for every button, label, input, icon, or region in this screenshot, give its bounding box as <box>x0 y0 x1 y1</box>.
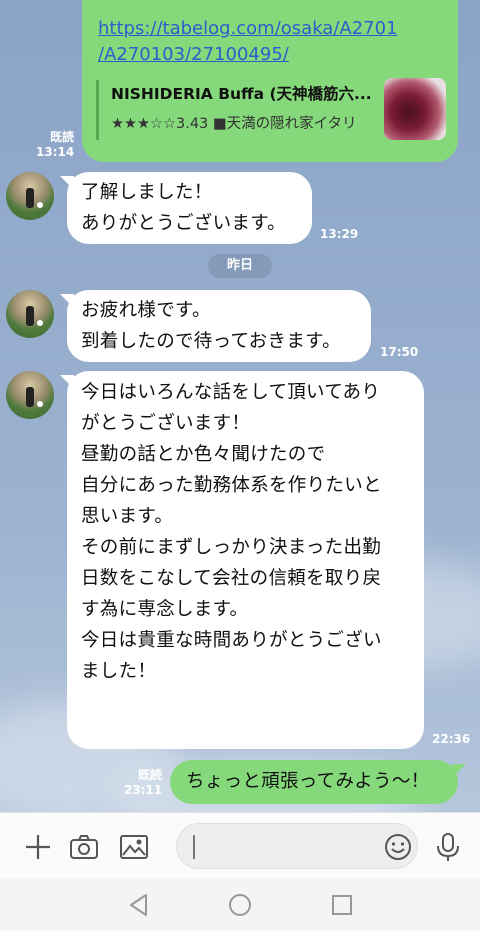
message-time: 22:36 <box>432 732 471 746</box>
message-time: 13:29 <box>320 227 359 241</box>
emoji-icon[interactable] <box>383 832 413 862</box>
message-line: お疲れ様です。 <box>81 300 211 321</box>
message-line: 今日は貴重な時間ありがとうござい <box>81 630 382 651</box>
input-bar <box>0 812 480 878</box>
back-triangle-icon[interactable] <box>126 892 152 918</box>
message-bubble[interactable]: 了解しました！ ありがとうございます。 <box>67 172 312 244</box>
image-icon[interactable] <box>118 831 150 863</box>
message-input-field[interactable] <box>176 823 418 869</box>
message-time: 23:11 <box>124 783 163 797</box>
link-preview-description: ★★★☆☆3.43 ■天満の隠れ家イタリアン・月十組紀州備長炭で焼 <box>111 116 356 132</box>
read-label: 既読 <box>137 768 162 782</box>
read-receipt: 既読 13:14 <box>36 130 74 160</box>
message-line: 昼勤の話とか色々聞けたので <box>81 444 326 465</box>
avatar[interactable] <box>6 290 54 338</box>
message-line: ありがとうございます。 <box>81 213 286 234</box>
message-bubble[interactable]: お疲れ様です。 到着したので待っておきます。 <box>67 290 371 362</box>
message-line: 到着したので待っておきます。 <box>81 331 341 352</box>
avatar[interactable] <box>6 371 54 419</box>
link-preview-thumbnail <box>384 78 446 140</box>
system-navigation-bar <box>0 878 480 931</box>
message-time: 13:14 <box>36 145 75 159</box>
camera-icon[interactable] <box>68 831 100 863</box>
link-preview[interactable]: NISHIDERIA Buffa (天神橋筋六... ★★★☆☆3.43 ■天満… <box>96 78 446 140</box>
message-line: がとうございます！ <box>81 413 251 434</box>
message-line: 自分にあった勤務体系を作りたいと <box>81 475 382 496</box>
microphone-icon[interactable] <box>432 831 464 863</box>
message-line: 思います。 <box>81 506 174 527</box>
link-url-line[interactable]: /A270103/27100495/ <box>98 42 398 68</box>
link-url[interactable]: https://tabelog.com/osaka/A2701 /A270103… <box>98 16 398 68</box>
message-input[interactable] <box>199 832 369 862</box>
home-circle-icon[interactable] <box>227 892 253 918</box>
read-label: 既読 <box>49 130 74 144</box>
avatar[interactable] <box>6 172 54 220</box>
recents-square-icon[interactable] <box>329 892 355 918</box>
message-line: 日数をこなして会社の信頼を取り戻 <box>81 568 382 589</box>
chat-area[interactable]: https://tabelog.com/osaka/A2701 /A270103… <box>0 0 480 812</box>
message-bubble[interactable]: 今日はいろんな話をして頂いてあり がとうございます！ 昼勤の話とか色々聞けたので… <box>67 371 424 749</box>
message-bubble[interactable]: ちょっと頑張ってみよう〜！ <box>170 760 458 804</box>
message-text: ちょっと頑張ってみよう〜！ <box>186 771 430 792</box>
read-receipt: 既読 23:11 <box>124 768 162 798</box>
message-line: す為に専念します。 <box>81 599 249 620</box>
message-line: その前にまずしっかり決まった出勤 <box>81 537 382 558</box>
link-message-bubble[interactable]: https://tabelog.com/osaka/A2701 /A270103… <box>82 0 458 162</box>
text-caret <box>193 835 195 859</box>
link-preview-title: NISHIDERIA Buffa (天神橋筋六... <box>111 85 372 103</box>
message-line: 今日はいろんな話をして頂いてあり <box>81 382 381 403</box>
link-url-line[interactable]: https://tabelog.com/osaka/A2701 <box>98 16 398 42</box>
date-divider: 昨日 <box>208 254 272 278</box>
plus-icon[interactable] <box>22 831 54 863</box>
message-line: ました！ <box>81 661 157 682</box>
message-time: 17:50 <box>380 345 419 359</box>
message-line: 了解しました！ <box>81 182 213 203</box>
